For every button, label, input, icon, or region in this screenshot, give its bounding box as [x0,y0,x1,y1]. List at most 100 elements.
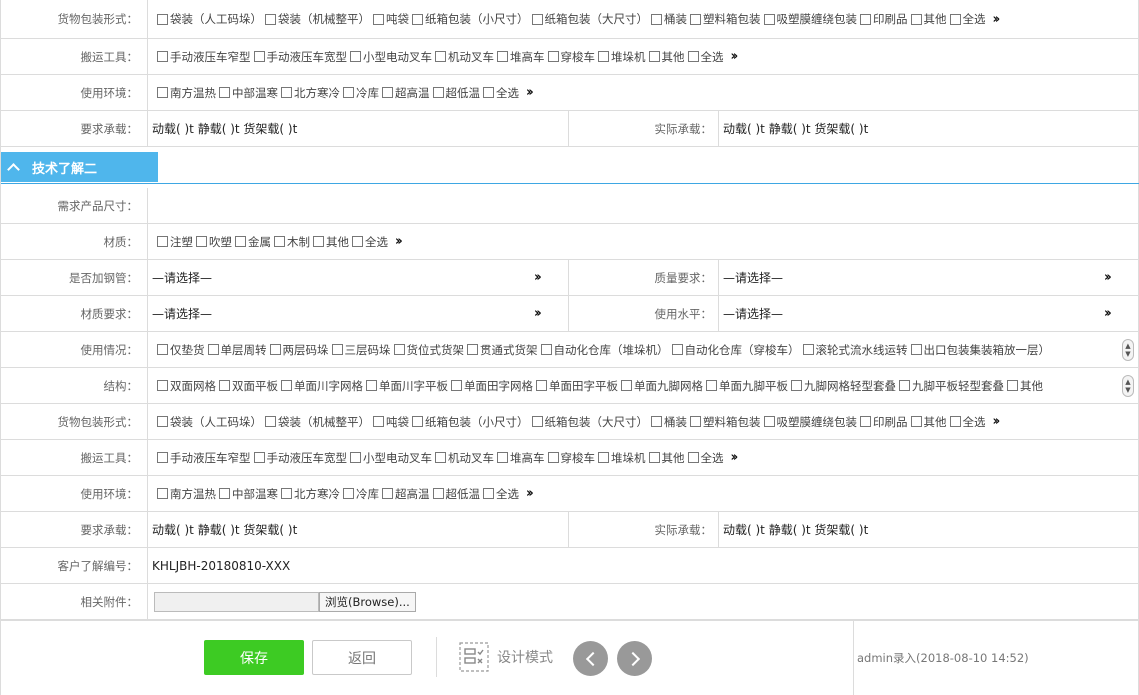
save-button[interactable]: 保存 [204,640,304,675]
expand-chevron-icon[interactable]: ›› [993,414,1001,429]
checkbox-option[interactable]: 机动叉车 [435,450,494,466]
checkbox[interactable] [497,51,508,62]
checkbox-option[interactable]: 袋装（机械整平） [265,414,370,430]
checkbox[interactable] [157,13,168,25]
checkbox[interactable] [157,344,168,355]
checkbox-option[interactable]: 其他 [910,11,947,27]
checkbox[interactable] [483,488,494,499]
product-size-input[interactable] [148,188,1139,223]
checkbox-option[interactable]: 全选 [687,450,724,466]
expand-chevron-icon[interactable]: ›› [526,486,534,501]
checkbox[interactable] [910,416,922,427]
checkbox[interactable] [763,416,775,427]
checkbox-option[interactable]: 纸箱包装（小尺寸） [412,414,529,430]
checkbox-option[interactable]: 其他 [648,49,685,65]
checkbox[interactable] [531,13,543,25]
checkbox[interactable] [435,452,446,463]
checkbox-option[interactable]: 塑料箱包装 [690,414,761,430]
checkbox[interactable] [281,380,292,391]
checkbox-option[interactable]: 木制 [274,234,310,250]
checkbox[interactable] [910,13,922,25]
collapse-chevron-icon[interactable] [7,163,20,176]
next-button[interactable] [617,641,652,676]
actual-load-field[interactable]: 动载( )t 静载( )t 货架载( )t [719,512,1139,547]
checkbox-option[interactable]: 单面川字平板 [366,378,448,394]
usage-level-chevron-icon[interactable]: ›› [1104,296,1112,331]
expand-chevron-icon[interactable]: ›› [395,234,403,249]
checkbox-option[interactable]: 全选 [352,234,388,250]
material-req-select[interactable]: —请选择— [152,296,212,331]
checkbox[interactable] [687,51,699,62]
checkbox[interactable] [531,416,543,427]
checkbox-option[interactable]: 超高温 [382,486,430,502]
checkbox-option[interactable]: 单面田字网格 [451,378,533,394]
steel-pipe-select[interactable]: —请选择— [152,260,212,295]
checkbox-option[interactable]: 三层码垛 [331,342,391,358]
checkbox-option[interactable]: 吸塑膜缠绕包装 [763,414,857,430]
checkbox[interactable] [451,380,462,391]
quality-chevron-icon[interactable]: ›› [1104,260,1112,295]
prev-button[interactable] [573,641,608,676]
checkbox[interactable] [432,488,444,499]
checkbox-option[interactable]: 中部温寒 [219,85,278,101]
checkbox[interactable] [373,416,384,427]
checkbox-option[interactable]: 双面网格 [157,378,216,394]
checkbox-option[interactable]: 全选 [949,11,986,27]
checkbox[interactable] [350,51,361,62]
checkbox-option[interactable]: 桶装 [651,11,687,27]
checkbox-option[interactable]: 超低温 [432,486,480,502]
checkbox[interactable] [157,236,168,247]
checkbox-option[interactable]: 滚轮式流水线运转 [802,342,908,358]
checkbox-option[interactable]: 吨袋 [373,414,409,430]
expand-chevron-icon[interactable]: ›› [993,12,1001,27]
checkbox[interactable] [690,416,701,427]
checkbox-option[interactable]: 堆垛机 [598,450,646,466]
checkbox[interactable] [382,87,393,98]
checkbox-option[interactable]: 其他 [648,450,685,466]
checkbox-option[interactable]: 印刷品 [860,414,908,430]
checkbox-option[interactable]: 吹塑 [196,234,232,250]
checkbox[interactable] [382,488,393,499]
checkbox-option[interactable]: 自动化仓库（穿梭车） [671,342,800,358]
checkbox-option[interactable]: 九脚网格轻型套叠 [791,378,896,394]
checkbox-option[interactable]: 穿梭车 [547,450,595,466]
checkbox-option[interactable]: 小型电动叉车 [350,450,432,466]
checkbox-option[interactable]: 单面川字网格 [281,378,363,394]
checkbox-option[interactable]: 穿梭车 [547,49,595,65]
checkbox-option[interactable]: 手动液压车宽型 [253,450,347,466]
checkbox[interactable] [690,13,701,25]
checkbox[interactable] [412,416,423,427]
checkbox[interactable] [196,236,207,247]
checkbox[interactable] [910,344,922,355]
checkbox[interactable] [343,87,354,98]
quality-select[interactable]: —请选择— [723,260,783,295]
steel-pipe-chevron-icon[interactable]: ›› [534,260,542,295]
checkbox[interactable] [265,13,276,25]
checkbox[interactable] [540,344,552,355]
checkbox-option[interactable]: 全选 [687,49,724,65]
checkbox[interactable] [802,344,814,355]
checkbox[interactable] [648,452,660,463]
material-req-chevron-icon[interactable]: ›› [534,296,542,331]
checkbox-option[interactable]: 纸箱包装（大尺寸） [531,414,648,430]
checkbox-option[interactable]: 仅垫货 [157,342,205,358]
checkbox[interactable] [253,452,265,463]
checkbox[interactable] [671,344,683,355]
checkbox-option[interactable]: 冷库 [343,486,379,502]
checkbox-option[interactable]: 堆垛机 [598,49,646,65]
checkbox[interactable] [157,51,168,62]
checkbox[interactable] [899,380,910,391]
checkbox-option[interactable]: 堆高车 [497,450,545,466]
checkbox-option[interactable]: 其他 [1007,378,1043,394]
checkbox[interactable] [269,344,281,355]
usage-scroll-icon[interactable]: ▲ ▼ [1122,339,1134,361]
checkbox-option[interactable]: 冷库 [343,85,379,101]
checkbox[interactable] [536,380,547,391]
required-load-field[interactable]: 动载( )t 静载( )t 货架载( )t [148,111,569,146]
checkbox-option[interactable]: 堆高车 [497,49,545,65]
checkbox[interactable] [467,344,478,355]
checkbox[interactable] [598,452,609,463]
checkbox-option[interactable]: 双面平板 [219,378,278,394]
checkbox[interactable] [547,452,559,463]
checkbox-option[interactable]: 九脚平板轻型套叠 [899,378,1004,394]
